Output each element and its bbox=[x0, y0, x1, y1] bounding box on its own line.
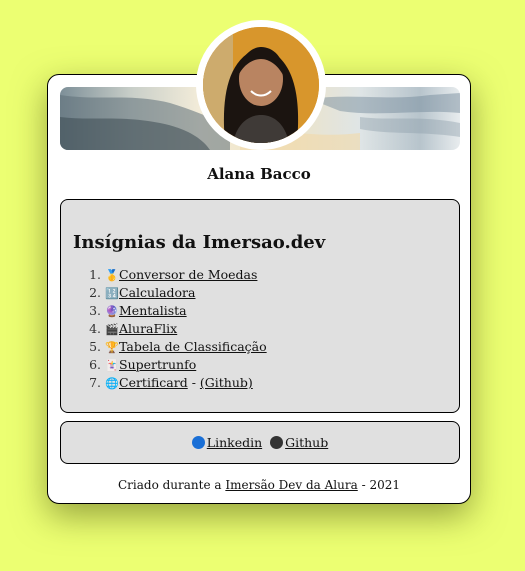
footer-link-imersao-dev[interactable]: Imersão Dev da Alura bbox=[225, 478, 357, 492]
badge-link-tabela-de-classificacao[interactable]: Tabela de Classificação bbox=[119, 339, 267, 354]
github-link[interactable]: Github bbox=[285, 435, 328, 450]
badge-link-aluraflix[interactable]: AluraFlix bbox=[119, 321, 177, 336]
badge-link-calculadora[interactable]: Calculadora bbox=[119, 285, 195, 300]
footer-suffix: - 2021 bbox=[357, 478, 400, 492]
calculator-icon: 🔢 bbox=[105, 287, 119, 300]
profile-card: Alana Bacco Insígnias da Imersao.dev 🥇Co… bbox=[47, 20, 471, 504]
list-item: 🔮Mentalista bbox=[105, 302, 267, 320]
avatar bbox=[203, 27, 319, 143]
linkedin-icon bbox=[191, 436, 205, 449]
github-icon bbox=[270, 436, 284, 449]
badge-link-mentalista[interactable]: Mentalista bbox=[119, 303, 187, 318]
social-panel: Linkedin Github bbox=[60, 421, 460, 464]
social-links: Linkedin Github bbox=[61, 435, 459, 450]
list-item: 🏆Tabela de Classificação bbox=[105, 338, 267, 356]
badges-title: Insígnias da Imersao.dev bbox=[73, 232, 326, 253]
list-item: 🌐Certificard - (Github) bbox=[105, 374, 267, 392]
badge-link-conversor-de-moedas[interactable]: Conversor de Moedas bbox=[119, 267, 257, 282]
badges-panel: Insígnias da Imersao.dev 🥇Conversor de M… bbox=[60, 199, 460, 413]
badge-link-certificard[interactable]: Certificard bbox=[119, 375, 188, 390]
linkedin-link[interactable]: Linkedin bbox=[207, 435, 262, 450]
avatar-ring bbox=[196, 20, 326, 150]
badges-list: 🥇Conversor de Moedas 🔢Calculadora 🔮Menta… bbox=[73, 266, 267, 392]
list-item: 🥇Conversor de Moedas bbox=[105, 266, 267, 284]
trophy-icon: 🏆 bbox=[105, 341, 119, 354]
badge-link-certificard-github[interactable]: (Github) bbox=[200, 375, 253, 390]
card-icon: 🃏 bbox=[105, 359, 119, 372]
badge-link-supertrunfo[interactable]: Supertrunfo bbox=[119, 357, 196, 372]
list-item: 🃏Supertrunfo bbox=[105, 356, 267, 374]
list-item: 🎬AluraFlix bbox=[105, 320, 267, 338]
list-item: 🔢Calculadora bbox=[105, 284, 267, 302]
globe-icon: 🌐 bbox=[105, 377, 119, 390]
footer: Criado durante a Imersão Dev da Alura - … bbox=[48, 478, 470, 492]
crystal-ball-icon: 🔮 bbox=[105, 305, 119, 318]
clapperboard-icon: 🎬 bbox=[105, 323, 119, 336]
footer-prefix: Criado durante a bbox=[117, 478, 226, 492]
medal-icon: 🥇 bbox=[105, 269, 119, 282]
separator-text: - bbox=[187, 375, 200, 390]
profile-name: Alana Bacco bbox=[207, 165, 311, 183]
